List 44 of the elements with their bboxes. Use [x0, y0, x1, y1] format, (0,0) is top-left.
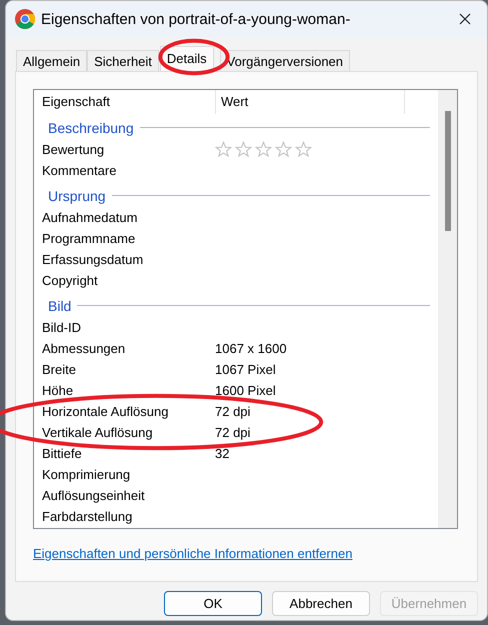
property-name: Horizontale Auflösung	[42, 404, 170, 419]
property-name: Farbdarstellung	[42, 509, 134, 524]
property-name: Komprimierung	[42, 467, 132, 482]
scroll-thumb[interactable]	[444, 111, 450, 231]
property-name: Abmessungen	[42, 341, 126, 356]
group-label: Beschreibung	[47, 120, 135, 136]
star-icon[interactable]	[215, 141, 232, 158]
property-name: Aufnahmedatum	[42, 210, 138, 225]
star-rating[interactable]	[215, 141, 312, 158]
property-name: Programmname	[42, 231, 136, 246]
star-icon[interactable]	[235, 141, 252, 158]
star-icon[interactable]	[275, 141, 292, 158]
property-value: 32	[215, 446, 230, 461]
tab[interactable]: Vorgängerversionen	[220, 50, 350, 71]
dialog-button[interactable]: Abbrechen	[272, 591, 370, 616]
property-name: Breite	[42, 362, 77, 377]
property-value: 1067 x 1600	[215, 341, 287, 356]
scrollbar[interactable]	[438, 90, 457, 528]
star-icon[interactable]	[295, 141, 312, 158]
property-value: 1600 Pixel	[215, 383, 276, 398]
remove-properties-link[interactable]: Eigenschaften und persönliche Informationen entfernen	[33, 546, 352, 561]
property-name: Bittiefe	[42, 446, 83, 461]
dialog-button[interactable]: OK	[164, 591, 262, 616]
property-value: 1067 Pixel	[215, 362, 276, 377]
group-label: Ursprung	[47, 188, 107, 204]
property-value: 72 dpi	[215, 404, 250, 419]
property-name: Bewertung	[42, 142, 106, 157]
property-name: Copyright	[42, 273, 99, 288]
window-title: Eigenschaften von portrait-of-a-young-woman-	[41, 10, 352, 28]
star-icon[interactable]	[255, 141, 272, 158]
app-icon	[15, 9, 35, 29]
column-header[interactable]: Eigenschaft	[42, 90, 216, 114]
property-name: Kommentare	[42, 163, 118, 178]
property-name: Auflösungseinheit	[42, 488, 146, 503]
property-value: 72 dpi	[215, 425, 250, 440]
tab[interactable]: Allgemein	[16, 50, 88, 71]
property-name: Erfassungsdatum	[42, 252, 144, 267]
group-label: Bild	[47, 298, 72, 314]
column-header[interactable]: Wert	[216, 90, 405, 114]
property-name: Bild-ID	[42, 320, 82, 335]
property-name: Höhe	[42, 383, 74, 398]
property-name: Vertikale Auflösung	[42, 425, 154, 440]
tab[interactable]: Sicherheit	[87, 50, 159, 71]
close-icon[interactable]	[459, 13, 471, 25]
